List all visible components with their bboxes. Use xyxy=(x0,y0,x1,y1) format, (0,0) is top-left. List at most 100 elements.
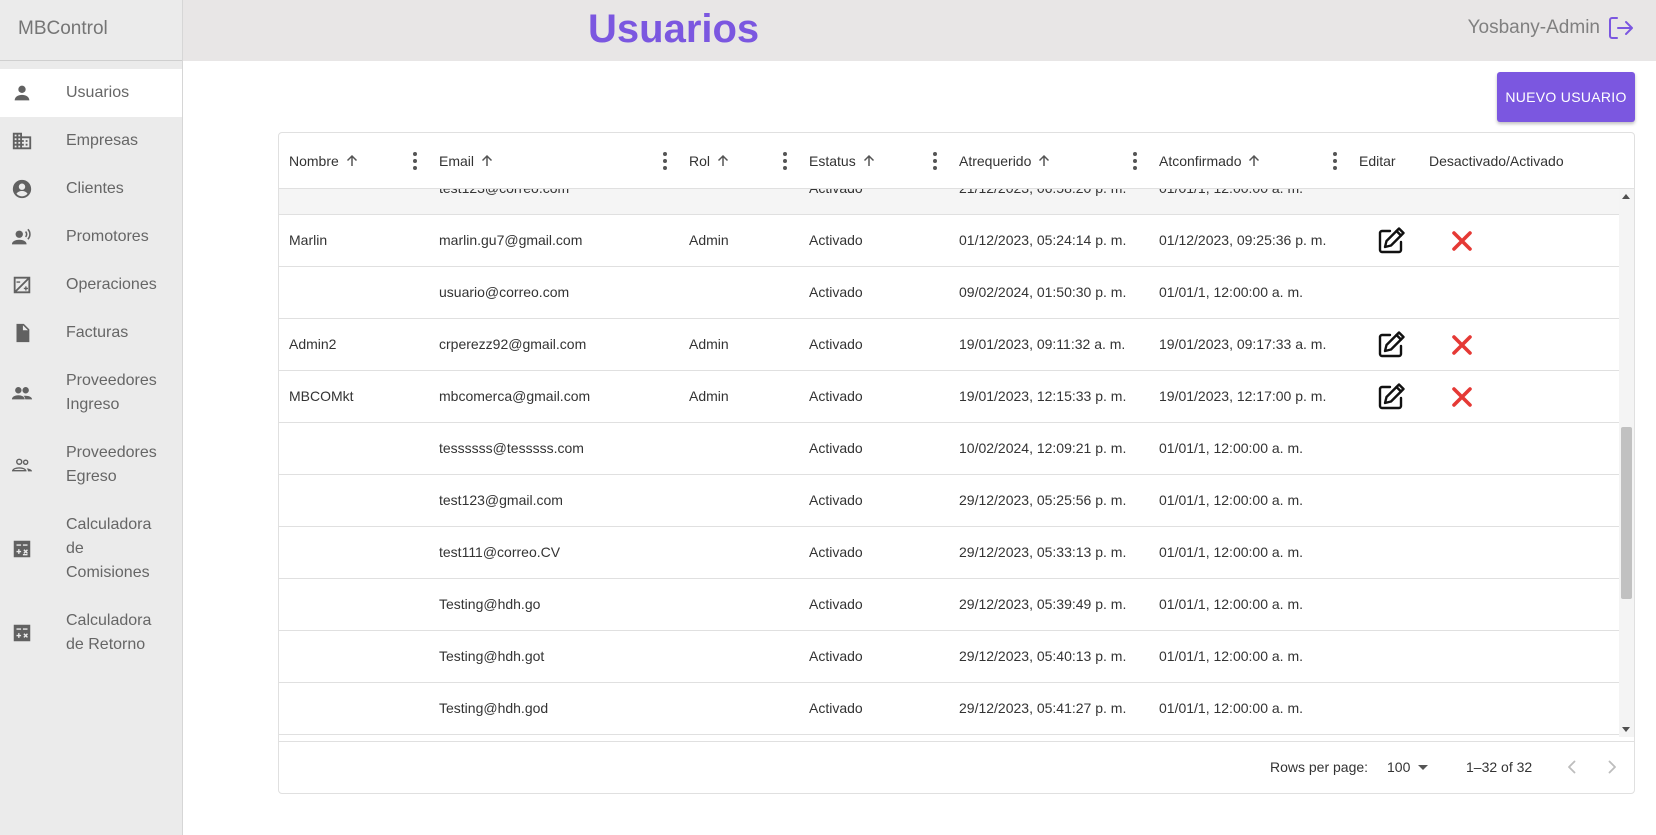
logout-icon[interactable] xyxy=(1606,14,1634,42)
column-header-toggle: Desactivado/Activado xyxy=(1419,133,1619,188)
sort-arrow-up-icon[interactable] xyxy=(345,154,359,168)
table-row[interactable]: Testing@hdh.god Activado 29/12/2023, 05:… xyxy=(279,683,1619,735)
next-page-icon[interactable] xyxy=(1601,756,1623,778)
column-menu-icon[interactable] xyxy=(782,152,788,170)
cell-nombre: Marlin xyxy=(289,232,328,248)
column-header-atconfirmado[interactable]: Atconfirmado xyxy=(1149,133,1349,188)
table-row[interactable]: Admin2 crperezz92@gmail.com Admin Activa… xyxy=(279,319,1619,371)
cell-atconfirmado: 01/01/1, 12:00:00 a. m. xyxy=(1149,189,1303,214)
cell-email: test111@correo.CV xyxy=(439,544,561,560)
sidebar-item-empresas[interactable]: Empresas xyxy=(0,117,182,165)
cell-atconfirmado: 01/01/1, 12:00:00 a. m. xyxy=(1159,596,1303,612)
table-row[interactable]: Testing@hdh.got Activado 29/12/2023, 05:… xyxy=(279,631,1619,683)
record-voice-icon xyxy=(11,226,33,248)
table-row[interactable]: Marlin marlin.gu7@gmail.com Admin Activa… xyxy=(279,215,1619,267)
sidebar-item-operaciones[interactable]: Operaciones xyxy=(0,261,182,309)
cell-nombre: Admin2 xyxy=(289,336,337,352)
cell-atconfirmado: 01/01/1, 12:00:00 a. m. xyxy=(1159,284,1303,300)
scroll-up-arrow-icon[interactable] xyxy=(1622,194,1630,199)
edit-icon[interactable] xyxy=(1375,381,1407,413)
exposure-icon xyxy=(11,274,33,296)
column-header-label: Rol xyxy=(689,152,711,169)
cell-rol xyxy=(679,423,689,474)
column-header-label: Estatus xyxy=(809,152,856,169)
column-header-label: Atrequerido xyxy=(959,152,1032,169)
cell-estatus: Activado xyxy=(809,232,863,248)
column-header-estatus[interactable]: Estatus xyxy=(799,133,949,188)
sort-arrow-up-icon[interactable] xyxy=(1247,154,1261,168)
column-header-rol[interactable]: Rol xyxy=(679,133,799,188)
table-row[interactable]: test111@correo.CV Activado 29/12/2023, 0… xyxy=(279,527,1619,579)
column-header-atrequerido[interactable]: Atrequerido xyxy=(949,133,1149,188)
sidebar-item-label: Promotores xyxy=(66,228,149,245)
sidebar-item-label: Calculadora de Retorno xyxy=(66,612,152,653)
cell-atconfirmado: 01/01/1, 12:00:00 a. m. xyxy=(1159,700,1303,716)
sidebar-item-calculadora-retorno[interactable]: Calculadora de Retorno xyxy=(0,597,182,669)
cell-atrequerido: 29/12/2023, 05:25:56 p. m. xyxy=(959,492,1127,508)
sidebar-item-label: Usuarios xyxy=(66,84,130,101)
sidebar-item-proveedores-ingreso[interactable]: Proveedores Ingreso xyxy=(0,357,182,429)
column-menu-icon[interactable] xyxy=(412,152,418,170)
cell-atrequerido: 19/01/2023, 09:11:32 a. m. xyxy=(959,336,1126,352)
cell-atrequerido: 29/12/2023, 05:39:49 p. m. xyxy=(959,596,1127,612)
column-menu-icon[interactable] xyxy=(1132,152,1138,170)
deactivate-x-icon[interactable] xyxy=(1449,332,1475,358)
sidebar-item-promotores[interactable]: Promotores xyxy=(0,213,182,261)
cell-estatus: Activado xyxy=(809,700,863,716)
table-row[interactable]: tessssss@tesssss.com Activado 10/02/2024… xyxy=(279,423,1619,475)
column-menu-icon[interactable] xyxy=(932,152,938,170)
cell-email: mbcomerca@gmail.com xyxy=(439,388,591,404)
column-header-email[interactable]: Email xyxy=(429,133,679,188)
cell-rol xyxy=(679,267,689,318)
column-header-label: Email xyxy=(439,152,475,169)
rows-per-page-select[interactable]: 100 xyxy=(1387,759,1429,775)
people-outline-icon xyxy=(11,454,33,476)
table-row[interactable]: Testing@hdh.go Activado 29/12/2023, 05:3… xyxy=(279,579,1619,631)
column-menu-icon[interactable] xyxy=(662,152,668,170)
cell-atconfirmado: 01/01/1, 12:00:00 a. m. xyxy=(1159,544,1303,560)
cell-estatus: Activado xyxy=(809,336,863,352)
table-row[interactable]: usuario@correo.com Activado 09/02/2024, … xyxy=(279,267,1619,319)
cell-nombre xyxy=(279,683,289,734)
table-row[interactable]: MBCOMkt mbcomerca@gmail.com Admin Activa… xyxy=(279,371,1619,423)
business-icon xyxy=(11,130,33,152)
cell-email: crperezz92@gmail.com xyxy=(439,336,587,352)
sidebar-item-proveedores-egreso[interactable]: Proveedores Egreso xyxy=(0,429,182,501)
column-header-label: Desactivado/Activado xyxy=(1429,152,1564,169)
cell-atrequerido: 29/12/2023, 05:41:27 p. m. xyxy=(959,700,1127,716)
cell-atrequerido: 21/12/2023, 06:58:20 p. m. xyxy=(949,189,1126,214)
scroll-down-arrow-icon[interactable] xyxy=(1622,727,1630,732)
cell-nombre xyxy=(279,475,289,526)
sort-arrow-up-icon[interactable] xyxy=(1037,154,1051,168)
scrollbar-thumb[interactable] xyxy=(1621,427,1632,599)
sidebar-item-label: Calculadora de Comisiones xyxy=(66,516,152,581)
edit-icon[interactable] xyxy=(1375,225,1407,257)
cell-atconfirmado: 01/01/1, 12:00:00 a. m. xyxy=(1159,648,1303,664)
top-header: Usuarios Yosbany-Admin xyxy=(183,0,1656,61)
table-row[interactable]: test123@correo.com Activado 21/12/2023, … xyxy=(279,189,1619,215)
cell-rol xyxy=(679,527,689,578)
cell-rol: Admin xyxy=(689,336,729,352)
table-footer: Rows per page: 100 1–32 of 32 xyxy=(279,741,1634,793)
edit-icon[interactable] xyxy=(1375,329,1407,361)
column-header-nombre[interactable]: Nombre xyxy=(279,133,429,188)
sort-arrow-up-icon[interactable] xyxy=(862,154,876,168)
new-user-button[interactable]: NUEVO USUARIO xyxy=(1497,72,1635,122)
sidebar-item-clientes[interactable]: Clientes xyxy=(0,165,182,213)
column-menu-icon[interactable] xyxy=(1332,152,1338,170)
rows-per-page-value: 100 xyxy=(1387,759,1411,775)
deactivate-x-icon[interactable] xyxy=(1449,384,1475,410)
sidebar-item-facturas[interactable]: Facturas xyxy=(0,309,182,357)
vertical-scrollbar[interactable] xyxy=(1619,189,1634,737)
cell-estatus: Activado xyxy=(809,596,863,612)
previous-page-icon[interactable] xyxy=(1561,756,1583,778)
cell-nombre: MBCOMkt xyxy=(289,388,354,404)
table-row[interactable]: test123@gmail.com Activado 29/12/2023, 0… xyxy=(279,475,1619,527)
deactivate-x-icon[interactable] xyxy=(1449,228,1475,254)
sidebar-item-usuarios[interactable]: Usuarios xyxy=(0,69,182,117)
sort-arrow-up-icon[interactable] xyxy=(480,154,494,168)
cell-atconfirmado: 01/01/1, 12:00:00 a. m. xyxy=(1159,492,1303,508)
page-title: Usuarios xyxy=(588,7,760,51)
sidebar-item-calculadora-comisiones[interactable]: Calculadora de Comisiones xyxy=(0,501,182,597)
sort-arrow-up-icon[interactable] xyxy=(716,154,730,168)
